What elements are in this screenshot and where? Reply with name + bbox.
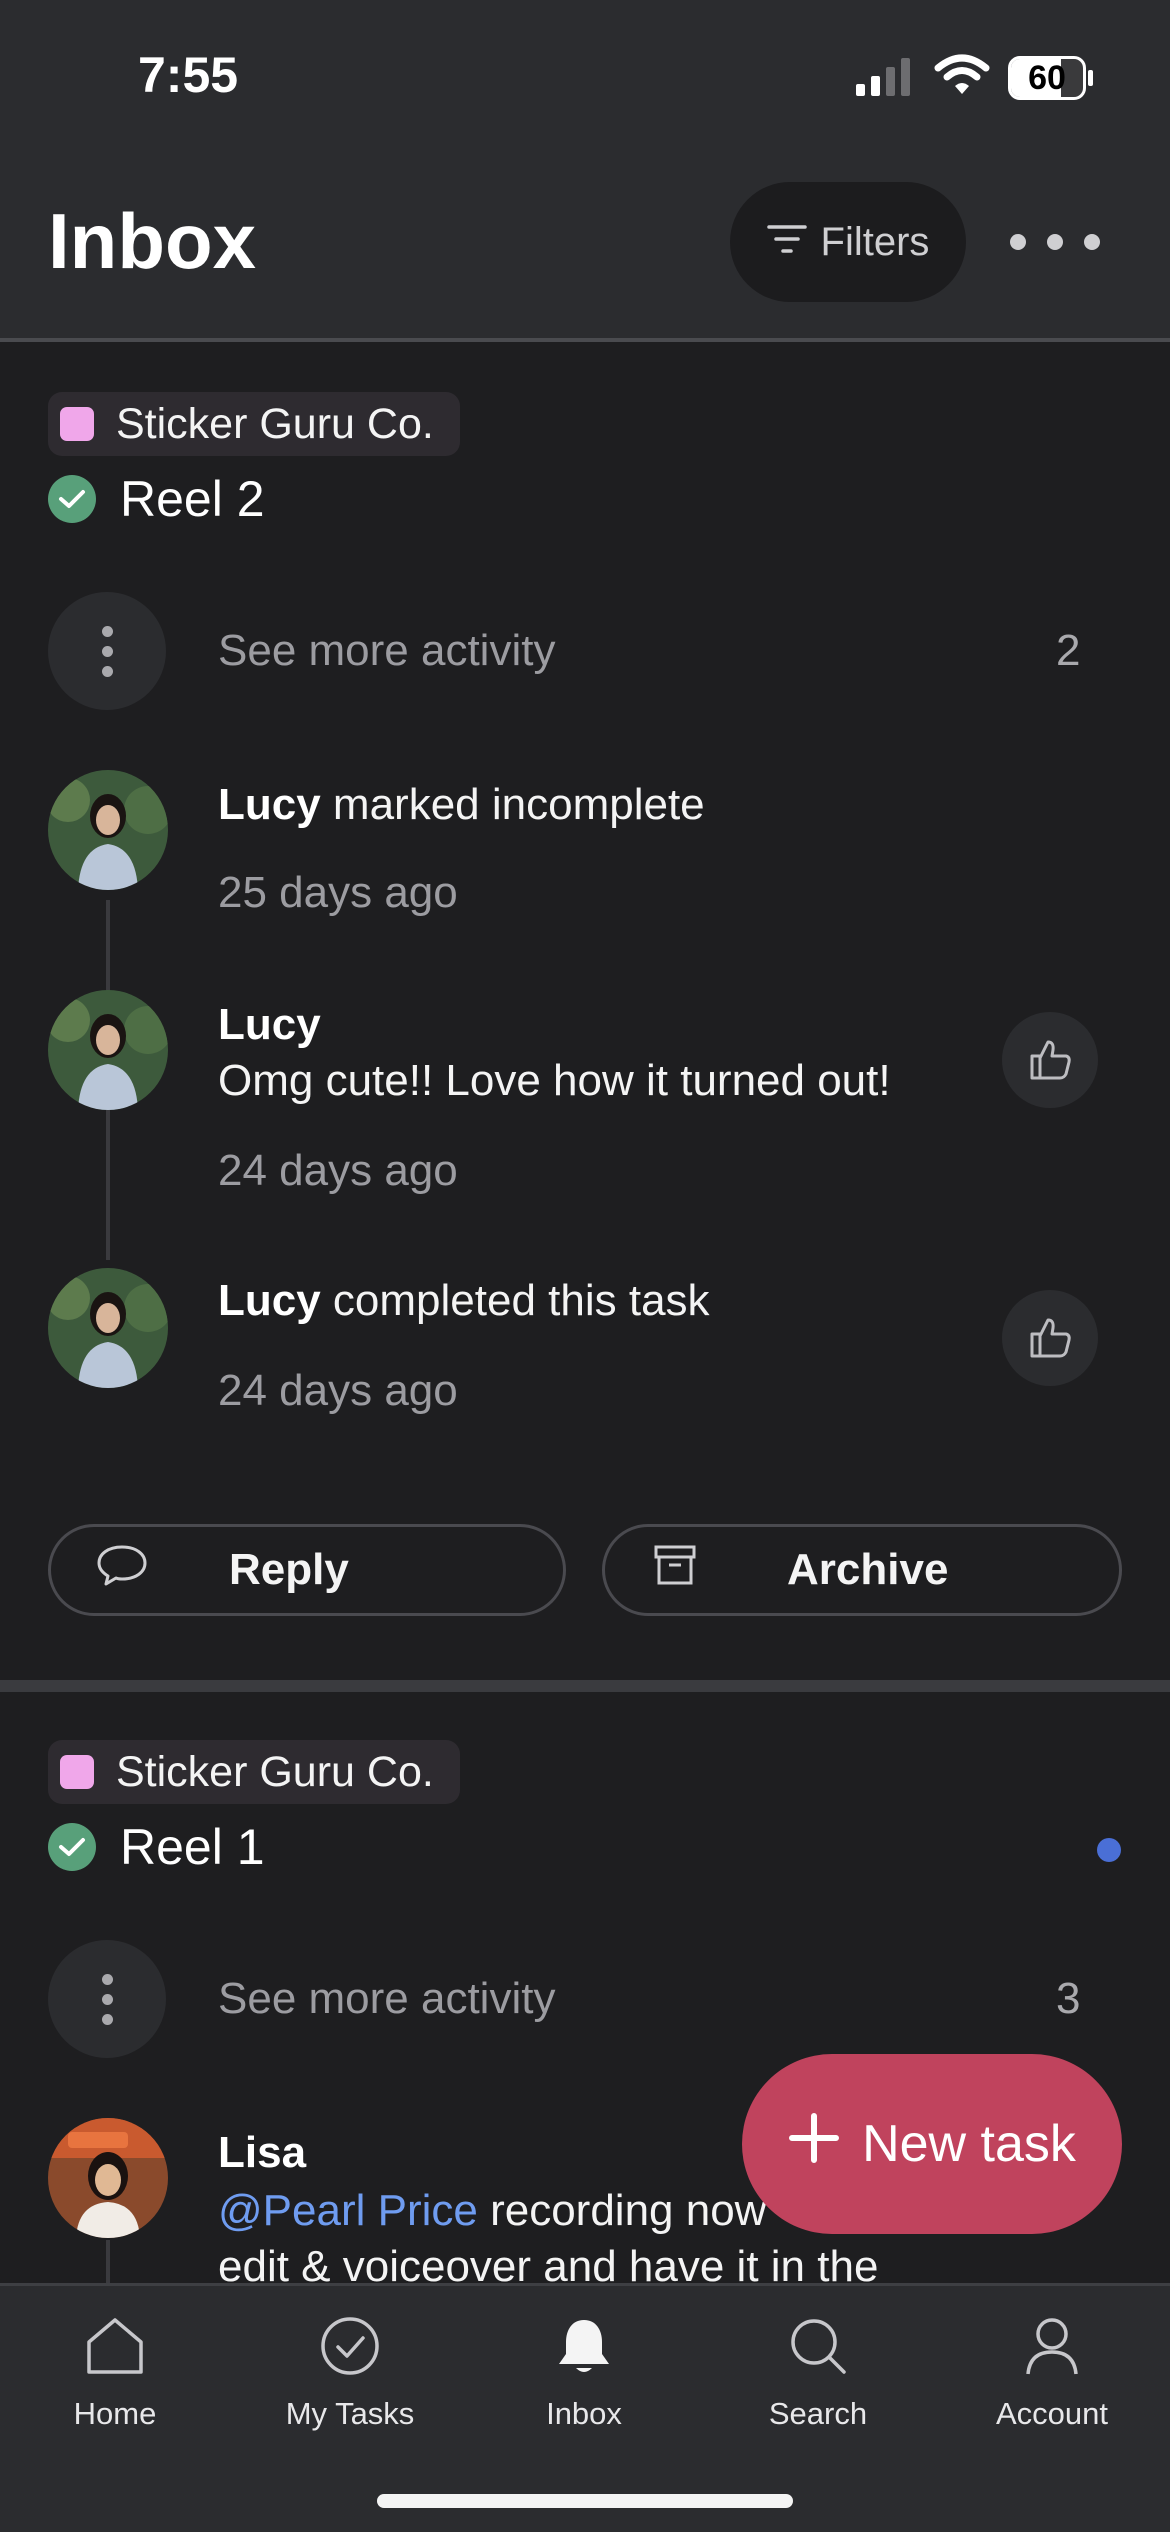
comment-text-part: recording now bbox=[477, 2186, 767, 2235]
mention-link[interactable]: @Pearl Price bbox=[218, 2186, 478, 2235]
project-color-swatch bbox=[60, 407, 94, 441]
bell-icon bbox=[554, 2316, 614, 2384]
home-indicator[interactable] bbox=[377, 2494, 793, 2508]
filters-button[interactable]: Filters bbox=[730, 182, 966, 302]
activity-action: completed this task bbox=[320, 1276, 710, 1325]
thumbs-up-icon[interactable] bbox=[1002, 1012, 1098, 1108]
reply-button[interactable]: Reply bbox=[48, 1524, 566, 1616]
activity-text: Lucy completed this task bbox=[218, 1276, 710, 1326]
completed-check-icon bbox=[48, 1823, 96, 1871]
comment-text-line: edit & voiceover and have it in the bbox=[218, 2242, 879, 2284]
activity-author[interactable]: Lucy bbox=[218, 1276, 321, 1325]
filter-icon bbox=[766, 220, 807, 265]
activity-author[interactable]: Lucy bbox=[218, 780, 321, 829]
project-chip[interactable]: Sticker Guru Co. bbox=[48, 392, 460, 456]
battery-icon: 60 bbox=[1008, 56, 1093, 100]
archive-label: Archive bbox=[787, 1545, 949, 1594]
activity-author[interactable]: Lisa bbox=[218, 2128, 306, 2178]
unread-indicator bbox=[1097, 1838, 1121, 1862]
task-title: Reel 1 bbox=[120, 1819, 265, 1875]
completed-check-icon bbox=[48, 475, 96, 523]
tab-search[interactable]: Search bbox=[718, 2316, 918, 2432]
project-color-swatch bbox=[60, 1755, 94, 1789]
more-options-icon[interactable] bbox=[1010, 225, 1100, 259]
cellular-signal-icon bbox=[854, 56, 914, 96]
comment-text: @Pearl Price recording now bbox=[218, 2186, 778, 2236]
person-icon bbox=[1022, 2316, 1082, 2384]
tab-my-tasks[interactable]: My Tasks bbox=[250, 2316, 450, 2432]
activity-action: marked incomplete bbox=[320, 780, 705, 829]
header-divider bbox=[0, 338, 1170, 342]
avatar[interactable] bbox=[48, 1268, 168, 1388]
tab-label: My Tasks bbox=[285, 2396, 415, 2431]
activity-time: 24 days ago bbox=[218, 1146, 458, 1195]
wifi-icon bbox=[934, 54, 990, 96]
see-more-activity-link[interactable]: See more activity bbox=[218, 626, 555, 676]
filters-label: Filters bbox=[820, 219, 930, 264]
status-time: 7:55 bbox=[138, 47, 239, 103]
activity-time: 24 days ago bbox=[218, 1366, 458, 1415]
task-title: Reel 2 bbox=[120, 471, 265, 527]
task-title-row[interactable]: Reel 1 bbox=[48, 1818, 265, 1876]
battery-level: 60 bbox=[1028, 59, 1066, 97]
activity-count: 2 bbox=[1056, 626, 1081, 675]
magnifier-icon bbox=[788, 2316, 848, 2384]
comment-icon bbox=[95, 1543, 149, 1598]
more-vertical-icon[interactable] bbox=[48, 1940, 166, 2058]
plus-icon bbox=[788, 2112, 840, 2177]
check-circle-icon bbox=[320, 2316, 380, 2384]
new-task-label: New task bbox=[862, 2115, 1076, 2173]
thread-line bbox=[106, 2240, 110, 2284]
see-more-activity-link[interactable]: See more activity bbox=[218, 1974, 555, 2024]
activity-author[interactable]: Lucy bbox=[218, 1000, 321, 1050]
activity-time: 25 days ago bbox=[218, 868, 458, 917]
avatar[interactable] bbox=[48, 770, 168, 890]
tab-label: Home bbox=[73, 2396, 157, 2431]
reply-label: Reply bbox=[229, 1545, 349, 1594]
avatar[interactable] bbox=[48, 990, 168, 1110]
tab-label: Inbox bbox=[546, 2396, 622, 2431]
house-icon bbox=[83, 2316, 147, 2384]
project-name: Sticker Guru Co. bbox=[116, 1747, 434, 1796]
section-divider bbox=[0, 1680, 1170, 1692]
more-vertical-icon[interactable] bbox=[48, 592, 166, 710]
project-chip[interactable]: Sticker Guru Co. bbox=[48, 1740, 460, 1804]
tab-home[interactable]: Home bbox=[15, 2316, 215, 2432]
page-title: Inbox bbox=[48, 197, 256, 285]
tab-inbox[interactable]: Inbox bbox=[484, 2316, 684, 2432]
tab-label: Search bbox=[768, 2396, 868, 2431]
tab-account[interactable]: Account bbox=[952, 2316, 1152, 2432]
activity-count: 3 bbox=[1056, 1974, 1081, 2023]
avatar[interactable] bbox=[48, 2118, 168, 2238]
activity-text: Lucy marked incomplete bbox=[218, 780, 705, 830]
comment-text: Omg cute!! Love how it turned out! bbox=[218, 1056, 891, 1105]
task-title-row[interactable]: Reel 2 bbox=[48, 470, 265, 528]
archive-box-icon bbox=[653, 1543, 697, 1598]
thumbs-up-icon[interactable] bbox=[1002, 1290, 1098, 1386]
tab-label: Account bbox=[995, 2396, 1108, 2431]
project-name: Sticker Guru Co. bbox=[116, 399, 434, 448]
new-task-button[interactable]: New task bbox=[742, 2054, 1122, 2234]
archive-button[interactable]: Archive bbox=[602, 1524, 1122, 1616]
